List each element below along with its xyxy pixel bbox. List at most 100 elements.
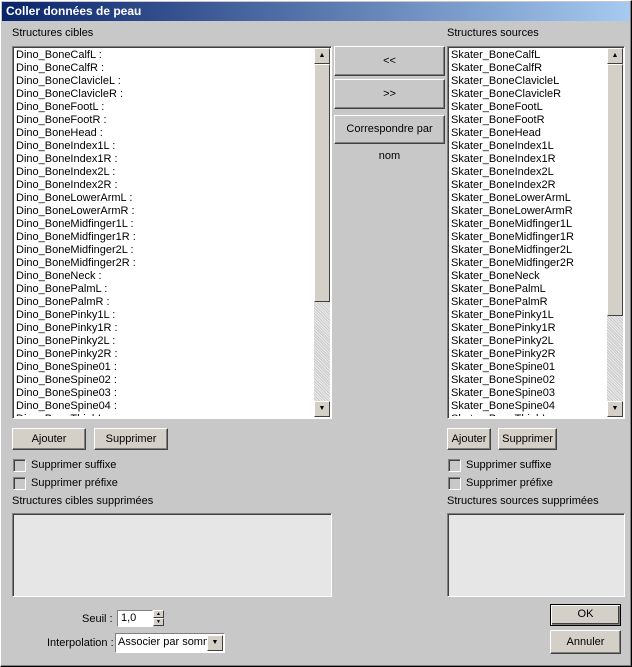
target-list-item[interactable]: Dino_BoneIndex1R : (16, 153, 313, 166)
source-list-item[interactable]: Skater_BoneIndex2L (451, 166, 606, 179)
spinner-down-icon[interactable]: ▼ (153, 618, 164, 626)
source-remove-prefix-checkbox[interactable] (448, 477, 461, 490)
target-remove-button[interactable]: Supprimer (94, 428, 168, 450)
source-removed-list[interactable] (447, 513, 625, 597)
source-list-item[interactable]: Skater_BoneSpine02 (451, 374, 606, 387)
interpolation-label: Interpolation : (47, 637, 114, 649)
target-list-item[interactable]: Dino_BoneIndex1L : (16, 140, 313, 153)
target-list-item[interactable]: Dino_BoneSpine04 : (16, 400, 313, 413)
up-arrow-icon[interactable]: ▲ (314, 48, 330, 64)
source-list-item[interactable]: Skater_BoneSpine01 (451, 361, 606, 374)
target-list-item[interactable]: Dino_BonePalmR : (16, 296, 313, 309)
source-list-item[interactable]: Skater_BoneFootL (451, 101, 606, 114)
target-list-item[interactable]: Dino_BoneCalfL : (16, 49, 313, 62)
source-list-item[interactable]: Skater_BoneCalfR (451, 62, 606, 75)
source-list-item[interactable]: Skater_BoneFootR (451, 114, 606, 127)
target-remove-prefix-label: Supprimer préfixe (31, 477, 118, 489)
target-list-item[interactable]: Dino_BoneLowerArmL : (16, 192, 313, 205)
target-list-item[interactable]: Dino_BonePalmL : (16, 283, 313, 296)
chevron-down-icon[interactable]: ▼ (207, 635, 223, 651)
source-list-item[interactable]: Skater_BonePinky1L (451, 309, 606, 322)
source-list-item[interactable]: Skater_BoneMidfinger2R (451, 257, 606, 270)
source-add-button[interactable]: Ajouter (447, 428, 491, 450)
target-remove-suffix-checkbox[interactable] (13, 459, 26, 472)
source-remove-suffix-checkbox[interactable] (448, 459, 461, 472)
source-list-item[interactable]: Skater_BoneThighL (451, 413, 606, 416)
source-remove-button[interactable]: Supprimer (498, 428, 557, 450)
source-list-item[interactable]: Skater_BoneMidfinger1R (451, 231, 606, 244)
interpolation-select-value: Associer par somm (118, 636, 213, 648)
target-list-item[interactable]: Dino_BoneMidfinger1R : (16, 231, 313, 244)
target-list-item[interactable]: Dino_BoneIndex2L : (16, 166, 313, 179)
source-list-item[interactable]: Skater_BoneClavicleL (451, 75, 606, 88)
target-structures-label: Structures cibles (12, 27, 94, 39)
target-list-item[interactable]: Dino_BonePinky2L : (16, 335, 313, 348)
dialog-window: Coller données de peau Structures cibles… (0, 0, 632, 667)
source-list-item[interactable]: Skater_BonePinky2L (451, 335, 606, 348)
source-list-item[interactable]: Skater_BoneLowerArmR (451, 205, 606, 218)
target-list-item[interactable]: Dino_BoneCalfR : (16, 62, 313, 75)
move-right-button[interactable]: >> (334, 79, 445, 109)
target-list-item[interactable]: Dino_BoneSpine01 : (16, 361, 313, 374)
target-list-scrollbar[interactable]: ▲ ▼ (314, 48, 330, 417)
source-list-item[interactable]: Skater_BoneCalfL (451, 49, 606, 62)
down-arrow-icon[interactable]: ▼ (314, 401, 330, 417)
source-list-item[interactable]: Skater_BonePinky2R (451, 348, 606, 361)
target-list-item[interactable]: Dino_BonePinky1R : (16, 322, 313, 335)
target-scroll-thumb[interactable] (314, 64, 330, 302)
target-list-item[interactable]: Dino_BoneClavicleL : (16, 75, 313, 88)
source-list-item[interactable]: Skater_BoneClavicleR (451, 88, 606, 101)
source-structures-list[interactable]: Skater_BoneCalfL Skater_BoneCalfR Skater_B… (447, 46, 625, 419)
down-arrow-icon[interactable]: ▼ (607, 401, 623, 417)
source-list-scrollbar[interactable]: ▲ ▼ (607, 48, 623, 417)
spinner-up-icon[interactable]: ▲ (153, 610, 164, 618)
target-list-item[interactable]: Dino_BoneFootR : (16, 114, 313, 127)
source-remove-suffix-label: Supprimer suffixe (466, 459, 552, 471)
source-scroll-thumb[interactable] (607, 64, 623, 316)
interpolation-select[interactable]: Associer par somm ▼ (115, 633, 225, 653)
target-list-item[interactable]: Dino_BoneThighL : (16, 413, 313, 416)
target-remove-prefix-checkbox[interactable] (13, 477, 26, 490)
threshold-spinner-field[interactable]: 1,0 (117, 610, 153, 627)
target-structures-list[interactable]: Dino_BoneCalfL : Dino_BoneCalfR : Dino_Bon… (12, 46, 332, 419)
threshold-label: Seuil : (82, 613, 113, 625)
target-removed-label: Structures cibles supprimées (12, 495, 154, 507)
dialog-title: Coller données de peau (2, 2, 630, 21)
source-list-item[interactable]: Skater_BoneLowerArmL (451, 192, 606, 205)
target-list-item[interactable]: Dino_BoneMidfinger2R : (16, 257, 313, 270)
source-list-item[interactable]: Skater_BoneMidfinger2L (451, 244, 606, 257)
up-arrow-icon[interactable]: ▲ (607, 48, 623, 64)
source-list-item[interactable]: Skater_BonePalmR (451, 296, 606, 309)
target-list-item[interactable]: Dino_BoneSpine03 : (16, 387, 313, 400)
source-list-item[interactable]: Skater_BoneSpine03 (451, 387, 606, 400)
target-remove-suffix-label: Supprimer suffixe (31, 459, 117, 471)
target-list-item[interactable]: Dino_BoneNeck : (16, 270, 313, 283)
cancel-button[interactable]: Annuler (550, 630, 621, 654)
source-list-item[interactable]: Skater_BonePinky1R (451, 322, 606, 335)
target-list-item[interactable]: Dino_BoneHead : (16, 127, 313, 140)
target-list-item[interactable]: Dino_BoneSpine02 : (16, 374, 313, 387)
source-removed-label: Structures sources supprimées (447, 495, 599, 507)
target-list-item[interactable]: Dino_BonePinky1L : (16, 309, 313, 322)
source-list-item[interactable]: Skater_BonePalmL (451, 283, 606, 296)
source-list-item[interactable]: Skater_BoneIndex2R (451, 179, 606, 192)
target-items: Dino_BoneCalfL : Dino_BoneCalfR : Dino_Bon… (16, 49, 313, 416)
match-by-name-button[interactable]: Correspondre par nom (334, 115, 445, 162)
source-list-item[interactable]: Skater_BoneMidfinger1L (451, 218, 606, 231)
source-list-item[interactable]: Skater_BoneHead (451, 127, 606, 140)
ok-button[interactable]: OK (550, 604, 621, 626)
target-list-item[interactable]: Dino_BoneClavicleR : (16, 88, 313, 101)
target-removed-list[interactable] (12, 513, 332, 597)
target-list-item[interactable]: Dino_BoneMidfinger1L : (16, 218, 313, 231)
source-list-item[interactable]: Skater_BoneIndex1R (451, 153, 606, 166)
move-left-button[interactable]: << (334, 46, 445, 76)
source-list-item[interactable]: Skater_BoneIndex1L (451, 140, 606, 153)
target-list-item[interactable]: Dino_BoneIndex2R : (16, 179, 313, 192)
target-list-item[interactable]: Dino_BoneLowerArmR : (16, 205, 313, 218)
target-add-button[interactable]: Ajouter (12, 428, 86, 450)
source-list-item[interactable]: Skater_BoneSpine04 (451, 400, 606, 413)
target-list-item[interactable]: Dino_BoneFootL : (16, 101, 313, 114)
target-list-item[interactable]: Dino_BonePinky2R : (16, 348, 313, 361)
source-list-item[interactable]: Skater_BoneNeck (451, 270, 606, 283)
target-list-item[interactable]: Dino_BoneMidfinger2L : (16, 244, 313, 257)
